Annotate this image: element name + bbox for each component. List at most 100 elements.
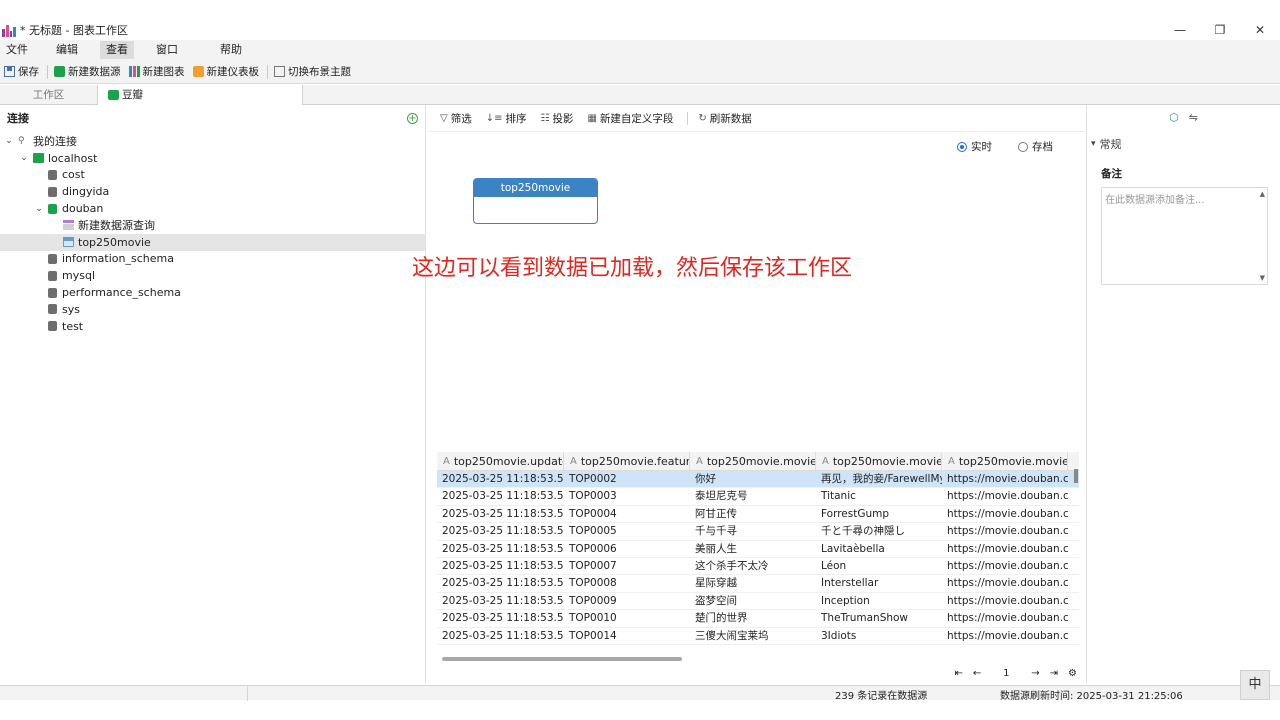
ime-indicator[interactable]: 中 [1240, 670, 1270, 700]
table-cell[interactable]: 2025-03-25 11:18:53.51 [437, 610, 564, 627]
table-cell[interactable]: 2025-03-25 11:18:53.51 [437, 488, 564, 505]
realtime-radio[interactable]: 实时 [957, 139, 992, 154]
table-row[interactable]: 2025-03-25 11:18:53.51 TOP0014 三傻大闹宝莱坞 3Idi… [437, 628, 1079, 645]
table-cell[interactable]: TOP0003 [564, 488, 690, 505]
table-cell[interactable]: https://movie.douban.co [942, 488, 1068, 505]
tree-item[interactable]: ⌄ localhost [0, 150, 425, 167]
tree-item[interactable]: cost [0, 167, 425, 184]
chevron-down-icon[interactable]: ⌄ [19, 153, 29, 163]
layout-icon[interactable]: ⇋ [1189, 111, 1198, 124]
new-chart-button[interactable]: 新建图表 [128, 64, 185, 79]
projection-button[interactable]: ☷ 投影 [540, 111, 573, 126]
table-cell[interactable]: 2025-03-25 11:18:53.51 [437, 575, 564, 592]
table-cell[interactable]: https://movie.douban.co [942, 593, 1068, 610]
tree-item[interactable]: ⌄ ⚲ 我的连接 [0, 133, 425, 150]
table-cell[interactable]: 你好 [690, 471, 816, 488]
table-cell[interactable]: TOP0014 [564, 628, 690, 645]
table-cell[interactable]: 泰坦尼克号 [690, 488, 816, 505]
table-cell[interactable]: TheTrumanShow [816, 610, 942, 627]
table-cell[interactable]: https://movie.douban.co [942, 471, 1068, 488]
table-cell[interactable]: 2025-03-25 11:18:53.51 [437, 558, 564, 575]
pager-settings-icon[interactable]: ⚙ [1068, 668, 1077, 679]
table-cell[interactable]: TOP0010 [564, 610, 690, 627]
table-cell[interactable]: 再见，我的妾/FarewellMy [816, 471, 942, 488]
menu-window[interactable]: 窗口 [150, 41, 184, 59]
table-cell[interactable]: 2025-03-25 11:18:53.51 [437, 628, 564, 645]
save-button[interactable]: 保存 [4, 64, 39, 79]
table-cell[interactable]: https://movie.douban.co [942, 575, 1068, 592]
general-section[interactable]: ▾ 常规 [1087, 136, 1280, 152]
tree-item[interactable]: mysql [0, 267, 425, 284]
table-row[interactable]: 2025-03-25 11:18:53.51 TOP0005 千与千寻 千と千尋の神隠… [437, 523, 1079, 541]
page-number[interactable]: 1 [991, 668, 1021, 679]
chevron-down-icon[interactable]: ⌄ [34, 204, 44, 214]
table-cell[interactable]: 2025-03-25 11:18:53.51 [437, 523, 564, 540]
column-header[interactable]: Atop250movie.feature [564, 452, 690, 471]
table-cell[interactable]: TOP0008 [564, 575, 690, 592]
tree-item[interactable]: performance_schema [0, 284, 425, 301]
table-cell[interactable]: TOP0002 [564, 471, 690, 488]
table-cell[interactable]: 3Idiots [816, 628, 942, 645]
table-cell[interactable]: Léon [816, 558, 942, 575]
table-cell[interactable]: Titanic [816, 488, 942, 505]
table-cell[interactable]: 2025-03-25 11:18:53.51 [437, 541, 564, 558]
tree-item[interactable]: sys [0, 301, 425, 318]
vertical-scrollbar[interactable] [1074, 469, 1078, 483]
tree-item[interactable]: information_schema [0, 251, 425, 268]
table-cell[interactable]: https://movie.douban.co [942, 610, 1068, 627]
table-cell[interactable]: ForrestGump [816, 506, 942, 523]
table-cell[interactable]: TOP0005 [564, 523, 690, 540]
close-button[interactable]: ✕ [1240, 19, 1280, 40]
menu-file[interactable]: 文件 [0, 41, 34, 59]
table-cell[interactable]: 2025-03-25 11:18:53.51 [437, 471, 564, 488]
new-datasource-button[interactable]: 新建数据源 [54, 64, 121, 79]
table-node[interactable]: top250movie [473, 178, 598, 224]
tab-douban[interactable]: 豆瓣 [98, 85, 303, 105]
add-connection-icon[interactable]: + [407, 112, 418, 124]
minimize-button[interactable]: — [1160, 19, 1200, 40]
new-custom-field-button[interactable]: ▦ 新建自定义字段 [587, 111, 673, 126]
horizontal-scrollbar[interactable] [442, 657, 682, 661]
table-cell[interactable]: 星际穿越 [690, 575, 816, 592]
menu-help[interactable]: 帮助 [214, 41, 248, 59]
next-page-button[interactable]: → [1031, 668, 1039, 679]
table-cell[interactable]: Interstellar [816, 575, 942, 592]
tree-item[interactable]: 新建数据源查询 [0, 217, 425, 234]
sort-button[interactable]: ↓≡ 排序 [486, 111, 527, 126]
table-cell[interactable]: 楚门的世界 [690, 610, 816, 627]
table-cell[interactable]: 2025-03-25 11:18:53.51 [437, 506, 564, 523]
table-row[interactable]: 2025-03-25 11:18:53.51 TOP0009 盗梦空间 Incepti… [437, 593, 1079, 611]
tab-workspace[interactable]: 工作区 [0, 85, 98, 105]
menu-view[interactable]: 查看 [100, 41, 134, 59]
table-row[interactable]: 2025-03-25 11:18:53.51 TOP0010 楚门的世界 TheTru… [437, 610, 1079, 628]
last-page-button[interactable]: ⇥ [1050, 668, 1058, 679]
table-cell[interactable]: https://movie.douban.co [942, 506, 1068, 523]
table-cell[interactable]: https://movie.douban.co [942, 523, 1068, 540]
table-cell[interactable]: TOP0006 [564, 541, 690, 558]
column-header[interactable]: Atop250movie.movie_ [942, 452, 1068, 471]
table-cell[interactable]: 这个杀手不太冷 [690, 558, 816, 575]
table-cell[interactable]: Lavitaèbella [816, 541, 942, 558]
table-cell[interactable]: 阿甘正传 [690, 506, 816, 523]
cube-icon[interactable]: ⬡ [1169, 111, 1179, 124]
menu-edit[interactable]: 编辑 [50, 41, 84, 59]
note-field[interactable]: 在此数据源添加备注... ▲ ▼ [1101, 187, 1268, 285]
table-cell[interactable]: 2025-03-25 11:18:53.51 [437, 593, 564, 610]
tree-item[interactable]: test [0, 318, 425, 335]
table-row[interactable]: ▶2025-03-25 11:18:53.51TOP0002你好再见，我的妾/F… [437, 471, 1079, 489]
tree-item[interactable]: top250movie [0, 233, 425, 251]
table-cell[interactable]: https://movie.douban.co [942, 628, 1068, 645]
new-dashboard-button[interactable]: 新建仪表板 [192, 64, 259, 79]
table-cell[interactable]: 美丽人生 [690, 541, 816, 558]
switch-theme-button[interactable]: 切换布景主题 [274, 64, 351, 79]
tree-item[interactable]: ⌄ douban [0, 200, 425, 217]
table-cell[interactable]: Inception [816, 593, 942, 610]
table-cell[interactable]: https://movie.douban.co [942, 541, 1068, 558]
table-cell[interactable]: 千と千尋の神隠し [816, 523, 942, 540]
table-row[interactable]: 2025-03-25 11:18:53.51 TOP0006 美丽人生 Lavitaè… [437, 541, 1079, 558]
table-row[interactable]: 2025-03-25 11:18:53.51 TOP0003 泰坦尼克号 Titani… [437, 488, 1079, 506]
column-header[interactable]: Atop250movie.movie_ [816, 452, 942, 471]
refresh-button[interactable]: ↻ 刷新数据 [698, 111, 751, 126]
table-cell[interactable]: 千与千寻 [690, 523, 816, 540]
scroll-up-icon[interactable]: ▲ [1260, 190, 1265, 198]
